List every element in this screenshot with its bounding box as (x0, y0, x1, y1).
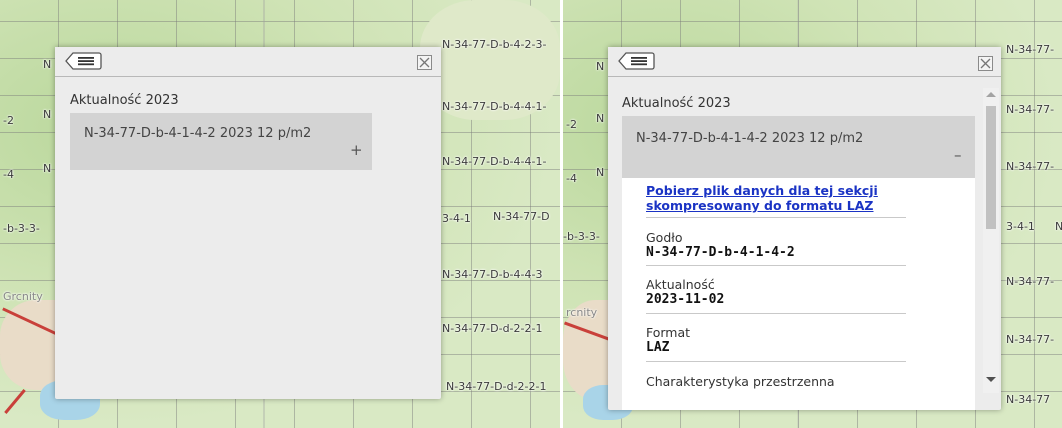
info-panel: Aktualność 2023 N-34-77-D-b-4-1-4-2 2023… (55, 47, 441, 399)
map-tile-label: N-34-77 (1006, 393, 1051, 406)
field-value-aktualnosc: 2023-11-02 (646, 292, 725, 307)
map-tile-label: N-34-77-D-b-4-4-1- (442, 155, 547, 168)
section-title: Aktualność 2023 (70, 93, 179, 108)
map-place-label: Grcnity (3, 290, 43, 303)
collapse-icon[interactable]: – (954, 146, 962, 164)
download-link[interactable]: Pobierz plik danych dla tej sekcji skomp… (646, 183, 921, 213)
map-tile-label: N-34-77-D-b-4-4-1- (442, 100, 547, 113)
close-icon[interactable] (978, 56, 993, 71)
scrollbar[interactable] (983, 88, 999, 393)
map-tile-label: N (43, 162, 52, 175)
map-tile-label: N-34-77- (1006, 43, 1055, 56)
map-tile-label: N (596, 112, 605, 125)
map-tile-label: -4 (566, 172, 577, 185)
map-tile-label: N-34-77- (1006, 160, 1055, 173)
map-view-left[interactable]: N-34-77-D-b-4-2-3- N-34-77-D-b-4-4-1- N-… (0, 0, 560, 428)
info-panel: Aktualność 2023 N-34-77-D-b-4-1-4-2 2023… (608, 47, 1001, 410)
map-tile-label: -b-3-3- (3, 222, 40, 235)
map-tile-label: N-34-77-D-b-4-4-3 (442, 268, 543, 281)
map-tile-label: 3-4-1 (1006, 220, 1035, 233)
map-tile-label: 3-4-1 (442, 212, 471, 225)
field-label-format: Format (646, 325, 691, 340)
map-tile-label: N-34-77- (1006, 333, 1055, 346)
close-icon[interactable] (417, 55, 432, 70)
scroll-up-arrow-icon[interactable] (986, 92, 996, 97)
map-tile-label: N (43, 108, 52, 121)
map-tile-label: N-34-77-D-d-2-2-1 (442, 322, 543, 335)
field-label-godlo: Godło (646, 230, 683, 245)
field-label-aktualnosc: Aktualność (646, 277, 715, 292)
divider (646, 361, 906, 362)
map-tile-label: N-34-77- (1006, 275, 1055, 288)
field-label-charakterystyka: Charakterystyka przestrzenna (646, 374, 835, 389)
map-tile-label: N (596, 60, 605, 73)
map-tile-label: -2 (3, 114, 14, 127)
map-tile-label: N (43, 58, 52, 71)
list-back-icon[interactable] (616, 51, 656, 71)
divider (646, 265, 906, 266)
accordion-item[interactable]: N-34-77-D-b-4-1-4-2 2023 12 p/m2 + (70, 113, 372, 170)
map-tile-label: N (596, 166, 605, 179)
map-tile-label: N-34-77-D-b-4-2-3- (442, 38, 547, 51)
expand-icon[interactable]: + (350, 141, 363, 159)
details-pane: Pobierz plik danych dla tej sekcji skomp… (622, 178, 975, 410)
divider (646, 217, 906, 218)
accordion-item-title: N-34-77-D-b-4-1-4-2 2023 12 p/m2 (84, 126, 312, 141)
panel-header (55, 47, 441, 77)
map-tile-label: N-34-77-D (493, 210, 550, 223)
scroll-thumb[interactable] (986, 106, 996, 229)
panel-header (608, 47, 1001, 77)
map-tile-label: N-34-77-D-d-2-2-1 (446, 380, 547, 393)
field-value-godlo: N-34-77-D-b-4-1-4-2 (646, 245, 795, 260)
map-tile-label: N-34-77- (1006, 103, 1055, 116)
field-value-format: LAZ (646, 340, 670, 355)
map-view-right[interactable]: N-34-77- N-34-77- N-34-77- 3-4-1 N-34-77… (563, 0, 1062, 428)
accordion-item-title: N-34-77-D-b-4-1-4-2 2023 12 p/m2 (636, 131, 864, 146)
divider (646, 313, 906, 314)
list-back-icon[interactable] (63, 51, 103, 71)
map-tile-label: -4 (3, 168, 14, 181)
accordion-item[interactable]: N-34-77-D-b-4-1-4-2 2023 12 p/m2 – (622, 116, 975, 178)
scroll-down-arrow-icon[interactable] (986, 377, 996, 382)
map-tile-label: N (1055, 220, 1062, 233)
map-tile-label: -2 (566, 118, 577, 131)
section-title: Aktualność 2023 (622, 96, 731, 111)
map-tile-label: -b-3-3- (563, 230, 600, 243)
map-place-label: rcnity (566, 306, 598, 319)
